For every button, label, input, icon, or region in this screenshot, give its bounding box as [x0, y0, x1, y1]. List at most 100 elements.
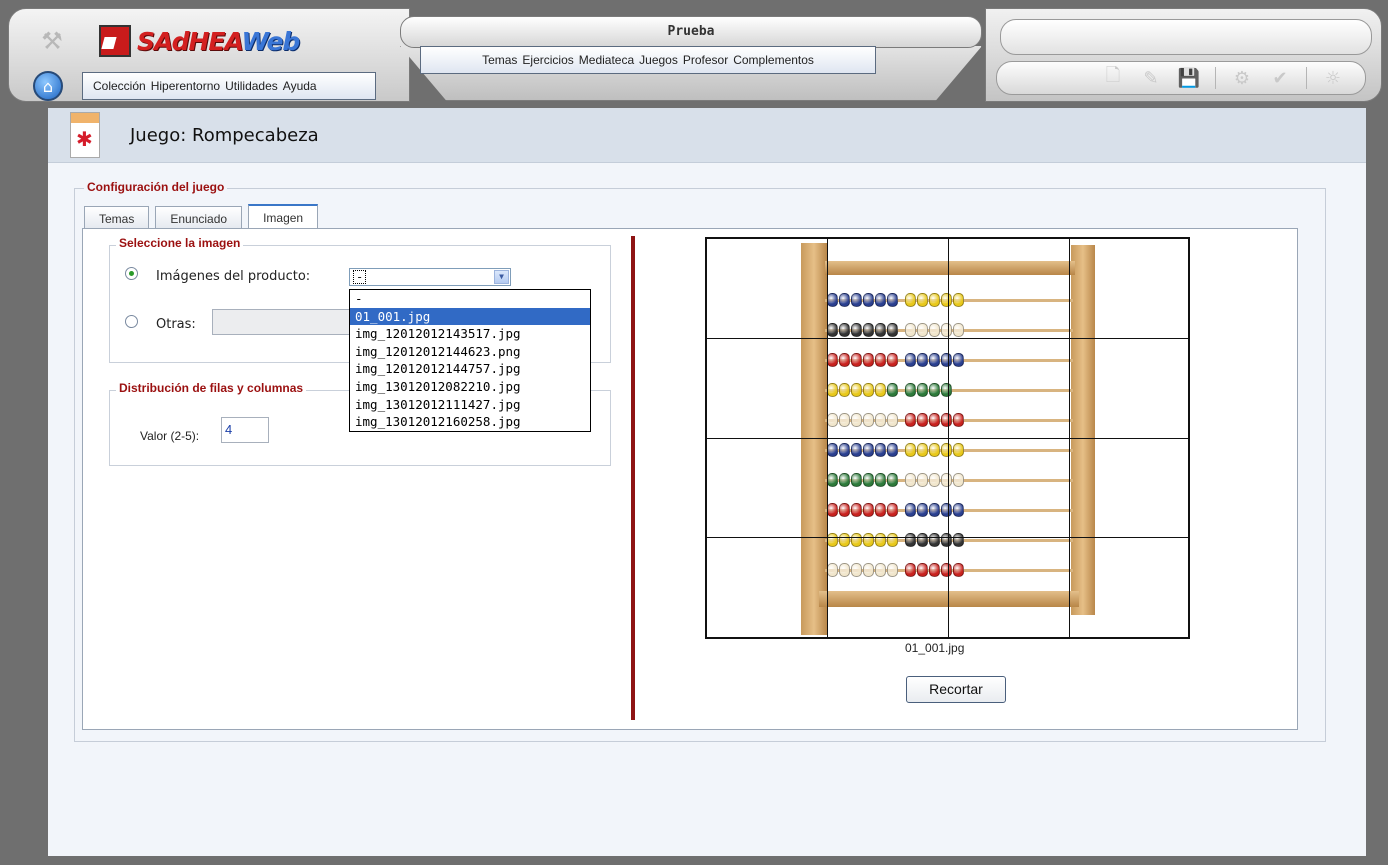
chrome-left-panel: ⚒ SAdHEAWeb ⌂ Colección Hiperentorno Uti…	[8, 8, 410, 102]
abacus-bead	[839, 443, 850, 457]
abacus-bead	[827, 353, 838, 367]
home-icon[interactable]: ⌂	[33, 71, 63, 101]
image-select-legend: Seleccione la imagen	[116, 236, 244, 250]
abacus-bead	[839, 473, 850, 487]
menu-ejercicios[interactable]: Ejercicios	[522, 53, 573, 67]
abacus-bead	[827, 473, 838, 487]
abacus-bead	[905, 383, 916, 397]
recortar-button[interactable]: Recortar	[906, 676, 1006, 703]
edit-document-icon[interactable]: ✎	[1139, 66, 1163, 90]
menu-ayuda[interactable]: Ayuda	[283, 79, 317, 93]
chevron-down-icon[interactable]: ▼	[494, 270, 509, 284]
abacus-bead	[851, 383, 862, 397]
abacus-bead	[875, 473, 886, 487]
dropdown-option[interactable]: -	[350, 290, 590, 308]
abacus-left-post	[801, 243, 827, 635]
tools-icon[interactable]: ⚒	[33, 26, 71, 56]
menu-coleccion[interactable]: Colección	[93, 79, 146, 93]
abacus-bead	[887, 443, 898, 457]
abacus-bead	[827, 383, 838, 397]
logo-mark-icon	[99, 25, 131, 57]
abacus-bead	[953, 293, 964, 307]
abacus-right-post	[1071, 245, 1095, 615]
abacus-bead	[941, 353, 952, 367]
menu-temas[interactable]: Temas	[482, 53, 517, 67]
abacus-bead	[929, 563, 940, 577]
dropdown-option[interactable]: img_13012012082210.jpg	[350, 378, 590, 396]
producto-dropdown-list: - 01_001.jpg img_12012012143517.jpg img_…	[349, 289, 591, 432]
abacus-bead	[953, 473, 964, 487]
menu-utilidades[interactable]: Utilidades	[225, 79, 278, 93]
config-tabs: Temas Enunciado Imagen	[84, 204, 324, 232]
abacus-bead	[839, 353, 850, 367]
abacus-bead	[827, 293, 838, 307]
puzzle-game-icon: ✱	[70, 112, 100, 158]
abacus-bead	[917, 473, 928, 487]
abacus-bead	[941, 293, 952, 307]
preview-caption: 01_001.jpg	[905, 641, 965, 655]
abacus-bead	[827, 443, 838, 457]
abacus-bead	[917, 443, 928, 457]
config-panel-icon[interactable]: ☼	[1321, 66, 1345, 90]
dropdown-option[interactable]: img_12012012143517.jpg	[350, 325, 590, 343]
dropdown-option-selected[interactable]: 01_001.jpg	[350, 307, 590, 326]
otras-input[interactable]	[212, 309, 352, 335]
abacus-bead	[929, 503, 940, 517]
menu-profesor[interactable]: Profesor	[683, 53, 728, 67]
abacus-bead	[953, 443, 964, 457]
radio-otras[interactable]	[125, 315, 138, 328]
abacus-bead	[905, 413, 916, 427]
abacus-bead	[863, 563, 874, 577]
new-document-icon[interactable]: 🗋	[1101, 65, 1125, 90]
menu-hiperentorno[interactable]: Hiperentorno	[151, 79, 220, 93]
dropdown-option[interactable]: img_12012012144757.jpg	[350, 360, 590, 378]
abacus-bead	[851, 473, 862, 487]
abacus-bead	[905, 503, 916, 517]
center-menu: Temas Ejercicios Mediateca Juegos Profes…	[420, 46, 876, 74]
abacus-bead	[839, 293, 850, 307]
abacus-bead	[851, 293, 862, 307]
abacus-bead	[875, 503, 886, 517]
dropdown-option[interactable]: img_12012012144623.png	[350, 343, 590, 361]
abacus-bead	[941, 323, 952, 337]
abacus-bead	[887, 473, 898, 487]
abacus-top-bar	[825, 261, 1075, 275]
abacus-bead	[941, 473, 952, 487]
abacus-bead	[887, 293, 898, 307]
valor-input[interactable]: 4	[221, 417, 269, 443]
radio-producto[interactable]	[125, 267, 138, 280]
abacus-bead	[827, 563, 838, 577]
abacus-bead	[851, 323, 862, 337]
abacus-bead	[851, 533, 862, 547]
dropdown-option[interactable]: img_13012012160258.jpg	[350, 413, 590, 431]
abacus-bead	[875, 563, 886, 577]
abacus-bead	[851, 443, 862, 457]
distribution-legend: Distribución de filas y columnas	[116, 381, 307, 395]
abacus-bead	[827, 503, 838, 517]
abacus-bead	[863, 413, 874, 427]
save-icon[interactable]: 💾	[1177, 66, 1201, 90]
producto-select[interactable]: - ▼	[349, 268, 511, 286]
abacus-bead	[929, 473, 940, 487]
check-icon[interactable]: ✔	[1268, 66, 1292, 90]
abacus-bead	[905, 323, 916, 337]
abacus-bead	[887, 323, 898, 337]
abacus-bead	[839, 563, 850, 577]
settings-icon[interactable]: ⚙	[1230, 66, 1254, 90]
abacus-bead	[917, 293, 928, 307]
abacus-bead	[905, 533, 916, 547]
vertical-divider	[631, 236, 635, 720]
dropdown-option[interactable]: img_13012012111427.jpg	[350, 396, 590, 414]
abacus-bead	[839, 533, 850, 547]
abacus-bead	[863, 503, 874, 517]
abacus-bead	[929, 323, 940, 337]
abacus-bead	[941, 383, 952, 397]
abacus-bead	[863, 533, 874, 547]
menu-mediateca[interactable]: Mediateca	[579, 53, 634, 67]
abacus-bead	[875, 323, 886, 337]
menu-complementos[interactable]: Complementos	[733, 53, 814, 67]
menu-juegos[interactable]: Juegos	[639, 53, 678, 67]
abacus-bead	[887, 383, 898, 397]
abacus-bead	[863, 473, 874, 487]
abacus-bead	[905, 293, 916, 307]
